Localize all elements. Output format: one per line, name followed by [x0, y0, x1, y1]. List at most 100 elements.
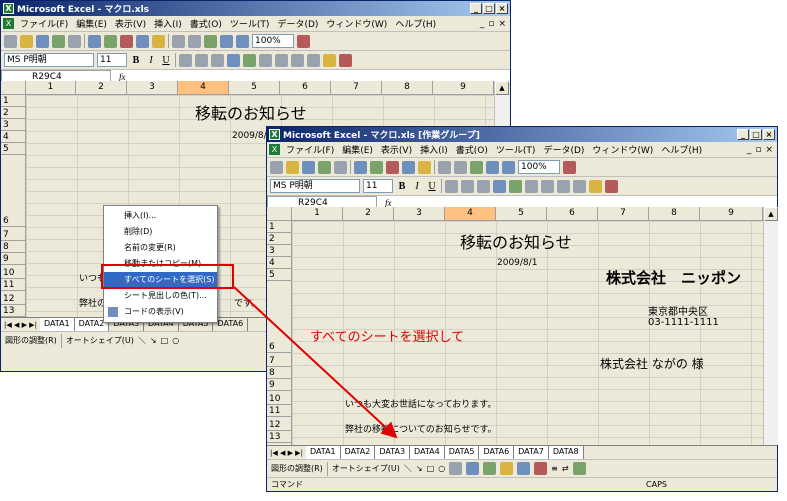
menu-item-insert[interactable]: 挿入(I)... [104, 208, 217, 224]
row-header[interactable]: 2 [1, 107, 25, 119]
row-header[interactable]: 1 [267, 221, 291, 233]
col-header[interactable]: 8 [649, 207, 700, 220]
scroll-up-button[interactable]: ▲ [764, 207, 778, 221]
sort-descending-icon[interactable] [236, 34, 249, 48]
save-icon[interactable] [302, 160, 315, 174]
open-icon[interactable] [286, 160, 299, 174]
open-icon[interactable] [20, 34, 33, 48]
col-header[interactable]: 5 [496, 207, 547, 220]
row-header[interactable]: 4 [267, 257, 291, 269]
row-header[interactable]: 12 [1, 291, 25, 305]
sheet-tab-data2[interactable]: DATA2 [340, 446, 376, 459]
line-color-icon[interactable] [517, 462, 531, 475]
row-header[interactable]: 7 [1, 227, 25, 241]
vertical-scrollbar-front[interactable]: ▲ [763, 207, 778, 445]
menu-insert[interactable]: 挿入(I) [150, 17, 186, 30]
fill-color-icon[interactable] [500, 462, 514, 475]
font-size-select[interactable]: 11 [363, 179, 393, 193]
col-header[interactable]: 7 [598, 207, 649, 220]
save-icon[interactable] [36, 34, 49, 48]
menu-format[interactable]: 書式(O) [186, 17, 226, 30]
align-center-icon[interactable] [195, 53, 208, 67]
currency-icon[interactable] [509, 179, 522, 193]
menu-window[interactable]: ウィンドウ(W) [322, 17, 391, 30]
sheet-tab-data7[interactable]: DATA7 [514, 446, 549, 459]
sheet-tab-data8[interactable]: DATA8 [548, 446, 584, 459]
col-header[interactable]: 4 [178, 81, 229, 94]
maximize-button[interactable]: □ [750, 129, 762, 140]
sort-ascending-icon[interactable] [486, 160, 499, 174]
spellcheck-icon[interactable] [370, 160, 383, 174]
oval-icon[interactable]: ○ [438, 464, 445, 473]
bold-button[interactable]: B [130, 55, 142, 66]
doc-restore-button[interactable]: ▫ [488, 19, 494, 29]
row-header[interactable]: 8 [1, 241, 25, 253]
menu-tools[interactable]: ツール(T) [492, 143, 540, 156]
sheet-tab-data3[interactable]: DATA3 [375, 446, 411, 459]
menu-window[interactable]: ウィンドウ(W) [588, 143, 657, 156]
menu-data[interactable]: データ(D) [273, 17, 322, 30]
decimal-icon[interactable] [275, 53, 288, 67]
row-header[interactable]: 2 [267, 233, 291, 245]
help-icon[interactable] [297, 34, 310, 48]
row-header[interactable]: 11 [1, 279, 25, 291]
row-header[interactable]: 10 [1, 265, 25, 279]
arrow-style-icon[interactable]: ⇄ [562, 464, 569, 473]
decimal-icon[interactable] [541, 179, 554, 193]
font-name-select[interactable]: MS P明朝 [270, 179, 360, 193]
sheet-tab-data4[interactable]: DATA4 [410, 446, 445, 459]
print-icon[interactable] [334, 160, 347, 174]
row-header[interactable]: 7 [267, 353, 291, 367]
italic-button[interactable]: I [145, 55, 157, 66]
menu-format[interactable]: 書式(O) [452, 143, 492, 156]
cut-icon[interactable] [386, 160, 399, 174]
col-header[interactable]: 3 [127, 81, 178, 94]
row-header[interactable]: 11 [267, 405, 291, 417]
draw-menu[interactable]: 図形の調整(R) [5, 335, 57, 346]
sort-descending-icon[interactable] [502, 160, 515, 174]
paste-icon[interactable] [418, 160, 431, 174]
corner-select-all[interactable] [267, 207, 292, 220]
underline-button[interactable]: U [160, 55, 172, 66]
row-header[interactable]: 3 [1, 119, 25, 131]
row-header[interactable]: 9 [1, 253, 25, 265]
col-header[interactable]: 5 [229, 81, 280, 94]
tab-nav[interactable]: |◀ ◀ ▶ ▶| [267, 449, 306, 457]
scroll-up-button[interactable]: ▲ [495, 81, 509, 95]
menu-tools[interactable]: ツール(T) [226, 17, 274, 30]
paste-icon[interactable] [152, 34, 165, 48]
shadow-icon[interactable] [572, 462, 586, 475]
copy-icon[interactable] [402, 160, 415, 174]
tab-nav[interactable]: |◀ ◀ ▶ ▶| [1, 321, 40, 329]
rectangle-icon[interactable]: □ [427, 464, 435, 473]
font-color-icon[interactable] [534, 462, 548, 475]
font-color-icon[interactable] [605, 179, 618, 193]
autoshape-menu[interactable]: オートシェイプ(U) [332, 463, 400, 474]
zoom-select[interactable]: 100% [252, 34, 294, 48]
fill-color-icon[interactable] [323, 53, 336, 67]
row-header[interactable]: 9 [267, 379, 291, 391]
row-header[interactable]: 4 [1, 131, 25, 143]
percent-icon[interactable] [525, 179, 538, 193]
align-right-icon[interactable] [477, 179, 490, 193]
redo-icon[interactable] [188, 34, 201, 48]
sheet-tab-data6[interactable]: DATA6 [479, 446, 515, 459]
draw-menu[interactable]: 図形の調整(R) [271, 463, 323, 474]
row-header[interactable]: 10 [267, 391, 291, 405]
sheet-tab-data6[interactable]: DATA6 [213, 318, 249, 331]
menu-item-tab-color[interactable]: シート見出しの色(T)... [104, 288, 217, 304]
line-icon[interactable]: ＼ [404, 463, 412, 474]
border-icon[interactable] [307, 53, 320, 67]
col-header[interactable]: 6 [280, 81, 331, 94]
menu-edit[interactable]: 編集(E) [338, 143, 377, 156]
row-header[interactable]: 6 [1, 155, 25, 227]
doc-restore-button[interactable]: ▫ [755, 145, 761, 155]
sheet-tab-data5[interactable]: DATA5 [444, 446, 480, 459]
corner-select-all[interactable] [1, 81, 26, 94]
spellcheck-icon[interactable] [104, 34, 117, 48]
font-size-select[interactable]: 11 [97, 53, 127, 67]
autoshape-menu[interactable]: オートシェイプ(U) [66, 335, 134, 346]
doc-minimize-button[interactable]: _ [747, 145, 752, 155]
row-header[interactable]: 12 [267, 417, 291, 431]
new-icon[interactable] [270, 160, 283, 174]
